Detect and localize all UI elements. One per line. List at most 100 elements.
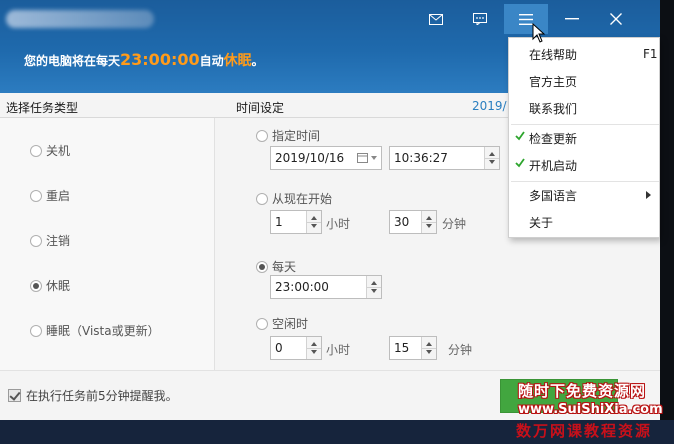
radio-label: 重启	[46, 189, 71, 203]
from-now-hours-spinner[interactable]	[306, 211, 321, 233]
checkmark-icon	[515, 131, 525, 141]
idle-minutes-spinner[interactable]	[421, 337, 436, 359]
task-type-panel: 关机 重启 注销 休眠 睡眠（Vista或更新）	[0, 118, 214, 385]
menu-item-label: 开机启动	[529, 158, 578, 173]
idle-minutes-value: 15	[394, 341, 410, 355]
status-prefix: 您的电脑将在每天	[24, 54, 121, 68]
radio-label: 注销	[46, 234, 71, 248]
radio-dot-checked	[30, 279, 42, 292]
specific-time-value: 10:36:27	[394, 151, 448, 165]
daily-time-field[interactable]: 23:00:00	[270, 275, 382, 299]
radio-dot	[30, 189, 42, 202]
submenu-arrow-icon	[646, 191, 651, 199]
menu-item-label: 在线帮助	[529, 47, 578, 62]
radio-dot	[30, 234, 42, 247]
idle-hours-spinner[interactable]	[306, 337, 321, 359]
status-suffix: 。	[251, 54, 264, 68]
menu-item-check-updates[interactable]: 检查更新	[509, 125, 661, 151]
from-now-hours-value: 1	[275, 215, 283, 229]
radio-daily[interactable]: 每天	[256, 258, 296, 275]
from-now-minutes-field[interactable]: 30	[389, 210, 437, 234]
specific-time-field[interactable]: 10:36:27	[389, 146, 500, 170]
from-now-minutes-unit: 分钟	[442, 217, 467, 231]
chat-icon	[473, 13, 487, 25]
menu-item-label: 多国语言	[529, 188, 578, 203]
specific-time-spinner[interactable]	[484, 147, 499, 169]
time-settings-header: 时间设定	[236, 101, 285, 115]
radio-restart[interactable]: 重启	[30, 187, 70, 204]
radio-idle[interactable]: 空闲时	[256, 315, 308, 332]
app-title-blurred	[6, 10, 154, 28]
daily-time-spinner[interactable]	[366, 276, 381, 298]
remind-checkbox[interactable]	[8, 389, 21, 402]
close-icon	[610, 13, 622, 25]
menu-item-label: 关于	[529, 215, 554, 230]
calendar-icon	[357, 153, 377, 163]
hamburger-icon	[519, 13, 533, 25]
radio-label: 休眠	[46, 279, 71, 293]
radio-label: 指定时间	[272, 129, 321, 143]
schedule-status: 您的电脑将在每天 23:00:00 自动 休眠 。	[24, 50, 264, 70]
close-button[interactable]	[594, 4, 638, 34]
calendar-button[interactable]	[357, 151, 379, 165]
task-type-header: 选择任务类型	[6, 101, 79, 115]
radio-specific-time[interactable]: 指定时间	[256, 127, 320, 144]
checkmark-icon	[515, 158, 525, 168]
specific-date-value: 2019/10/16	[275, 151, 345, 165]
radio-sleep[interactable]: 睡眠（Vista或更新）	[30, 322, 160, 339]
idle-minutes-unit: 分钟	[448, 343, 473, 357]
specific-date-field[interactable]: 2019/10/16	[270, 146, 382, 170]
radio-label: 从现在开始	[272, 192, 333, 206]
feedback-button[interactable]	[458, 4, 502, 34]
radio-dot	[256, 317, 268, 330]
radio-dot	[30, 144, 42, 157]
radio-shutdown[interactable]: 关机	[30, 142, 70, 159]
menu-item-contact[interactable]: 联系我们	[509, 95, 661, 121]
menu-item-autostart[interactable]: 开机启动	[509, 152, 661, 178]
radio-logoff[interactable]: 注销	[30, 232, 70, 249]
minimize-icon	[565, 18, 579, 20]
radio-hibernate[interactable]: 休眠	[30, 277, 70, 294]
watermark-line1: 随时下免费资源网	[518, 382, 647, 400]
watermark: 随时下免费资源网 www.SuiShiXia.com 数万网课教程资源	[514, 378, 674, 440]
radio-label: 睡眠（Vista或更新）	[46, 324, 160, 338]
menu-item-online-help[interactable]: 在线帮助 F1	[509, 41, 661, 67]
radio-label: 每天	[272, 260, 297, 274]
daily-time-value: 23:00:00	[275, 280, 329, 294]
from-now-minutes-value: 30	[394, 215, 410, 229]
idle-hours-value: 0	[275, 341, 283, 355]
mouse-cursor-icon	[532, 23, 546, 43]
watermark-line3: 数万网课教程资源	[516, 422, 653, 440]
radio-dot	[30, 324, 42, 337]
radio-dot-checked	[256, 260, 268, 273]
menu-item-homepage[interactable]: 官方主页	[509, 68, 661, 94]
mail-button[interactable]	[414, 4, 458, 34]
radio-label: 空闲时	[272, 317, 309, 331]
menu-item-label: 官方主页	[529, 74, 578, 89]
radio-dot	[256, 192, 268, 205]
column-divider	[214, 118, 215, 386]
status-time: 23:00:00	[120, 50, 200, 69]
from-now-hours-unit: 小时	[326, 217, 351, 231]
menu-item-languages[interactable]: 多国语言	[509, 182, 661, 208]
menu-item-label: 联系我们	[529, 101, 578, 116]
from-now-minutes-spinner[interactable]	[421, 211, 436, 233]
idle-minutes-field[interactable]: 15	[389, 336, 437, 360]
radio-label: 关机	[46, 144, 71, 158]
idle-hours-field[interactable]: 0	[270, 336, 322, 360]
menu-item-label: 检查更新	[529, 131, 578, 146]
mail-icon	[429, 13, 443, 25]
watermark-line2: www.SuiShiXia.com	[518, 402, 663, 417]
radio-from-now[interactable]: 从现在开始	[256, 190, 332, 207]
menu-item-about[interactable]: 关于	[509, 209, 661, 235]
status-action: 休眠	[223, 53, 252, 69]
radio-dot	[256, 129, 268, 142]
status-middle: 自动	[199, 54, 224, 68]
idle-hours-unit: 小时	[326, 343, 351, 357]
remind-label: 在执行任务前5分钟提醒我。	[26, 389, 178, 403]
main-menu-dropdown: 在线帮助 F1 官方主页 联系我们 检查更新 开机启动 多国语言 关于	[508, 37, 660, 238]
minimize-button[interactable]	[550, 4, 594, 34]
menu-item-shortcut: F1	[643, 47, 658, 61]
from-now-hours-field[interactable]: 1	[270, 210, 322, 234]
remind-checkbox-row[interactable]: 在执行任务前5分钟提醒我。	[8, 387, 178, 404]
